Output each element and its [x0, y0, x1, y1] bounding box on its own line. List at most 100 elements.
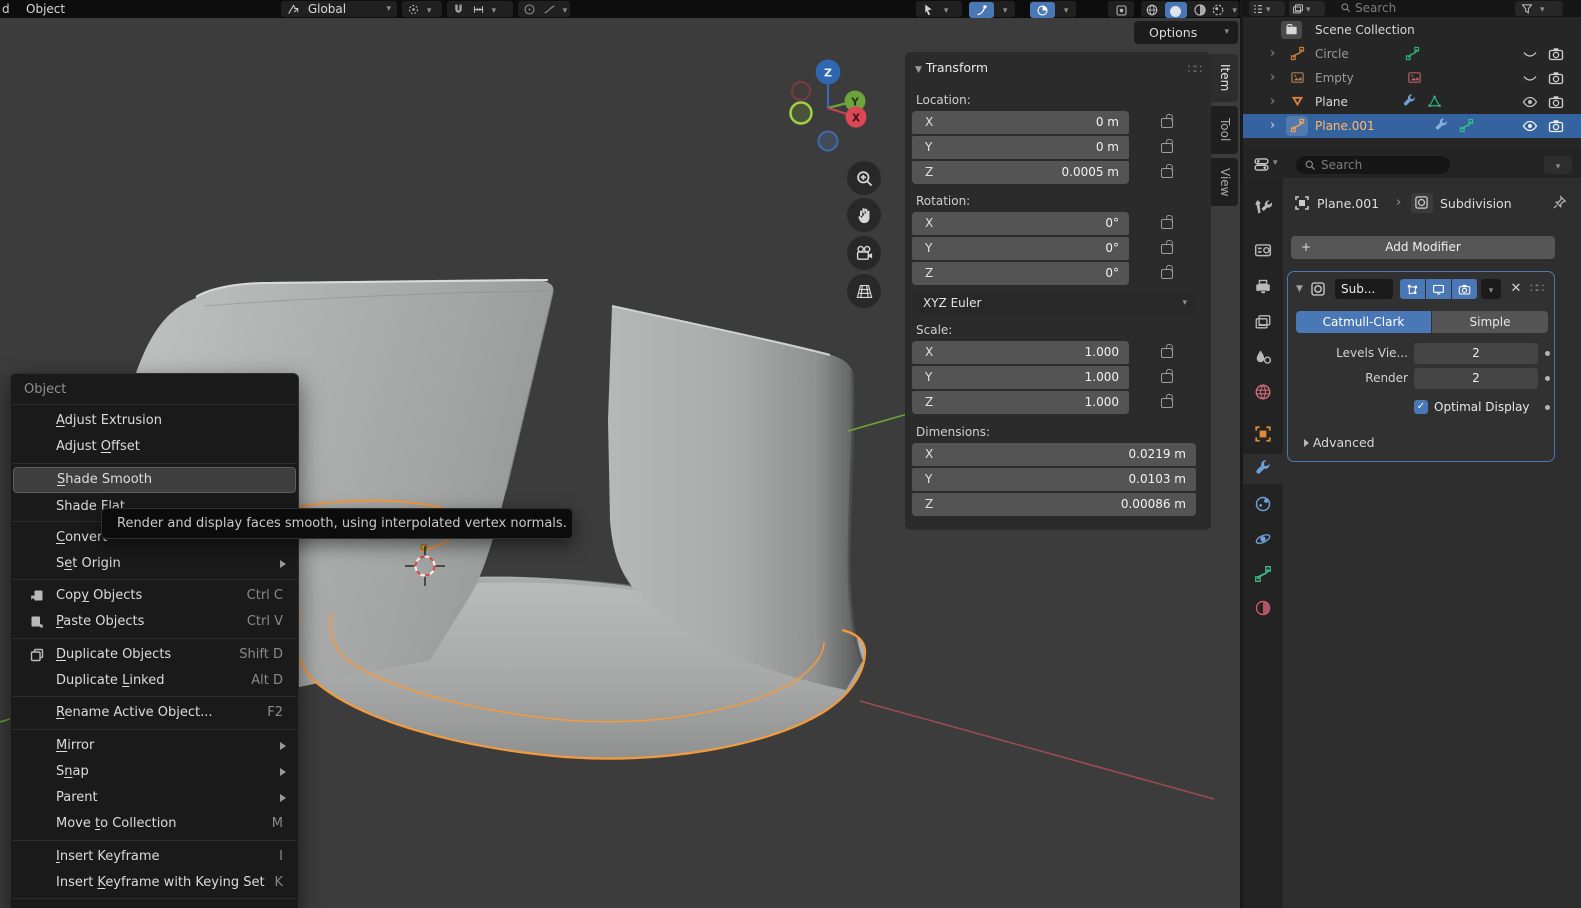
gizmo-axis-neg-z[interactable]	[819, 132, 838, 151]
rotation-z-field[interactable]: Z0°	[912, 262, 1129, 285]
menu-item-paste-objects[interactable]: Paste ObjectsCtrl V	[13, 609, 296, 635]
tab-object-icon[interactable]	[1254, 425, 1272, 443]
location-z-field[interactable]: Z0.0005 m	[912, 161, 1129, 184]
outliner-row-scene-collection[interactable]: Scene Collection	[1243, 18, 1581, 42]
hide-viewport-icon[interactable]	[1522, 70, 1538, 86]
tab-tool[interactable]: Tool	[1211, 106, 1238, 154]
scale-z-field[interactable]: Z1.000	[912, 391, 1129, 414]
tab-item[interactable]: Item	[1211, 54, 1238, 102]
lock-icon[interactable]	[1161, 269, 1173, 279]
menu-item-copy-objects[interactable]: Copy ObjectsCtrl C	[13, 583, 296, 609]
outliner-row-plane[interactable]: › Plane	[1243, 90, 1581, 114]
hide-viewport-icon[interactable]	[1522, 46, 1538, 62]
tab-object-data-icon[interactable]	[1254, 565, 1272, 583]
gizmo-axis-neg-y[interactable]	[791, 103, 812, 124]
pivot-point-dropdown[interactable]: ▾	[402, 1, 442, 17]
expand-arrow-icon[interactable]: ›	[1270, 90, 1275, 114]
breadcrumb-object[interactable]: Plane.001	[1317, 196, 1379, 211]
menu-item-rename-active-object[interactable]: Rename Active Object...F2	[13, 700, 296, 726]
expand-arrow-icon[interactable]: ›	[1270, 114, 1275, 138]
simple-button[interactable]: Simple	[1432, 311, 1548, 333]
pan-button[interactable]	[847, 198, 881, 232]
tab-modifiers-icon-active[interactable]	[1254, 460, 1272, 478]
scale-x-field[interactable]: X1.000	[912, 341, 1129, 364]
outliner-filter-dropdown[interactable]: ▾	[1515, 1, 1563, 16]
disable-render-icon[interactable]	[1548, 94, 1564, 110]
menu-item-move-to-collection[interactable]: Move to CollectionM	[13, 811, 296, 837]
location-x-field[interactable]: X0 m	[912, 111, 1129, 134]
proportional-editing-icon[interactable]	[523, 3, 536, 16]
render-levels-field[interactable]: 2	[1414, 368, 1538, 389]
disable-render-icon[interactable]	[1548, 46, 1564, 62]
tab-particles-icon[interactable]	[1254, 495, 1272, 513]
drag-handle-icon[interactable]: ∷∷	[1188, 62, 1201, 76]
properties-editor-icon[interactable]	[1253, 156, 1270, 173]
select-tool-dropdown[interactable]: ▾	[916, 1, 962, 17]
snapping-controls[interactable]: ▾	[447, 1, 513, 17]
shading-solid-icon[interactable]	[1165, 2, 1187, 18]
add-modifier-button[interactable]: + Add Modifier	[1291, 236, 1555, 259]
outliner-editor-type-dropdown[interactable]: ▾	[1249, 1, 1285, 16]
object-menu[interactable]: Object	[26, 0, 65, 18]
outliner-row-circle[interactable]: › Circle	[1243, 42, 1581, 66]
modifier-extras-dropdown[interactable]: ▾	[1481, 279, 1501, 299]
shading-rendered-icon[interactable]	[1211, 3, 1225, 17]
rotation-mode-dropdown[interactable]: XYZ Euler ▾	[912, 292, 1196, 314]
advanced-section-toggle[interactable]: Advanced	[1304, 435, 1375, 450]
camera-view-button[interactable]	[847, 236, 881, 270]
disable-render-icon[interactable]	[1548, 70, 1564, 86]
dimensions-y-field[interactable]: Y0.0103 m	[912, 468, 1196, 491]
lock-icon[interactable]	[1161, 373, 1173, 383]
options-button[interactable]: Options ▾	[1134, 21, 1238, 44]
show-overlays-toggle[interactable]: ▾	[1030, 1, 1076, 17]
lock-icon[interactable]	[1161, 398, 1173, 408]
tab-view-layer-icon[interactable]	[1254, 313, 1272, 331]
menu-item-insert-keyframe-keying-set[interactable]: Insert Keyframe with Keying SetK	[13, 870, 296, 896]
outliner-display-mode-dropdown[interactable]: ▾	[1289, 1, 1325, 16]
expand-arrow-icon[interactable]: ›	[1270, 42, 1275, 66]
menu-partial[interactable]: d	[2, 0, 10, 18]
menu-item-duplicate-objects[interactable]: Duplicate ObjectsShift D	[13, 642, 296, 668]
keyframe-dot[interactable]	[1545, 405, 1550, 410]
tab-scene-icon[interactable]	[1254, 348, 1272, 366]
show-viewport-icon[interactable]	[1522, 118, 1538, 134]
tab-view[interactable]: View	[1211, 158, 1238, 206]
lock-icon[interactable]	[1161, 219, 1173, 229]
lock-icon[interactable]	[1161, 348, 1173, 358]
expand-arrow-icon[interactable]: ›	[1270, 66, 1275, 90]
navigation-gizmo[interactable]: Z Y X	[773, 48, 893, 168]
shading-wireframe-icon[interactable]	[1145, 3, 1159, 17]
render-toggle[interactable]	[1452, 279, 1477, 299]
transform-orientation-dropdown[interactable]: Global ▾	[281, 1, 397, 17]
rotation-x-field[interactable]: X0°	[912, 212, 1129, 235]
keyframe-dot[interactable]	[1545, 351, 1550, 356]
lock-icon[interactable]	[1161, 168, 1173, 178]
pin-icon[interactable]	[1552, 195, 1567, 210]
tab-render-icon[interactable]	[1254, 241, 1272, 259]
xray-toggle[interactable]	[1108, 1, 1134, 17]
viewport-3d[interactable]: Z Y X Options ▾ ▼ Transform ∷∷ Location:…	[0, 0, 1240, 908]
editor-divider[interactable]	[1240, 0, 1243, 908]
modifier-name-field[interactable]: Sub...	[1341, 282, 1375, 296]
proportional-editing-controls[interactable]: ▾	[518, 1, 570, 17]
transform-panel-header[interactable]: ▼ Transform	[915, 60, 988, 75]
levels-viewport-field[interactable]: 2	[1414, 343, 1538, 364]
menu-item-snap[interactable]: Snap	[13, 759, 296, 785]
tab-output-icon[interactable]	[1254, 278, 1272, 296]
tab-physics-icon[interactable]	[1254, 530, 1272, 548]
menu-item-parent[interactable]: Parent	[13, 785, 296, 811]
magnet-icon[interactable]	[452, 3, 465, 16]
realtime-display-toggle[interactable]	[1426, 279, 1451, 299]
tab-tool-icon[interactable]	[1254, 198, 1272, 216]
menu-item-adjust-offset[interactable]: Adjust Offset	[13, 434, 296, 460]
rotation-y-field[interactable]: Y0°	[912, 237, 1129, 260]
delete-modifier-button[interactable]: ✕	[1507, 279, 1525, 299]
lock-icon[interactable]	[1161, 143, 1173, 153]
lock-icon[interactable]	[1161, 118, 1173, 128]
location-y-field[interactable]: Y0 m	[912, 136, 1129, 159]
optimal-display-checkbox[interactable]: ✓	[1414, 400, 1428, 414]
menu-item-mirror[interactable]: Mirror	[13, 733, 296, 759]
disable-render-icon[interactable]	[1548, 118, 1564, 134]
scale-y-field[interactable]: Y1.000	[912, 366, 1129, 389]
ortho-toggle-button[interactable]	[847, 274, 881, 308]
